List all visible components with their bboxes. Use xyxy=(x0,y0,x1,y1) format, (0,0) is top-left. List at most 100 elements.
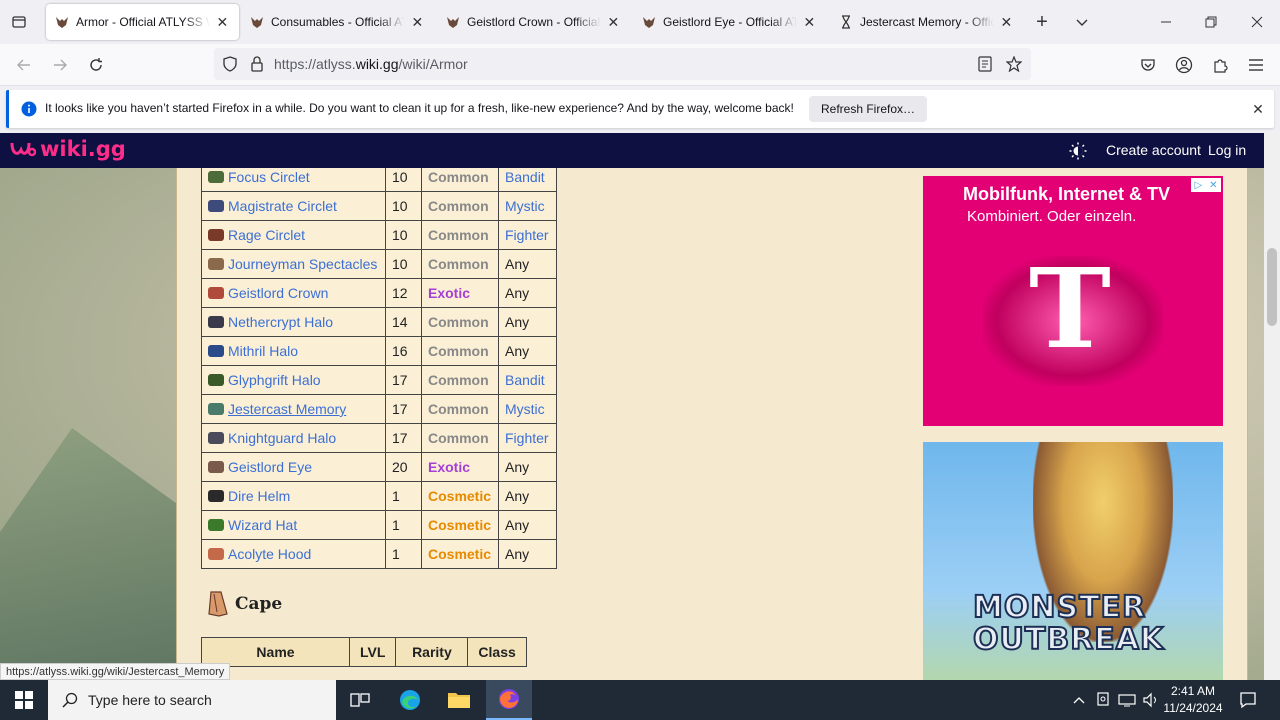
network-icon[interactable] xyxy=(1116,680,1138,720)
minimize-icon[interactable] xyxy=(1154,10,1178,34)
notification-close-icon[interactable]: ✕ xyxy=(1249,100,1267,118)
tab-close-icon[interactable]: ✕ xyxy=(605,13,622,31)
tracking-protection-shield-icon[interactable] xyxy=(221,55,239,73)
back-arrow-icon[interactable] xyxy=(12,53,36,77)
item-icon[interactable] xyxy=(208,490,224,502)
chevron-down-icon[interactable] xyxy=(1070,10,1094,34)
item-name-link[interactable]: Geistlord Crown xyxy=(228,285,328,301)
telekom-advertisement[interactable]: T Mobilfunk, Internet & TV Kombiniert. O… xyxy=(923,176,1223,426)
pocket-icon[interactable] xyxy=(1136,53,1160,77)
item-name-link[interactable]: Wizard Hat xyxy=(228,517,297,533)
item-name-link[interactable]: Rage Circlet xyxy=(228,227,305,243)
item-name-link[interactable]: Nethercrypt Halo xyxy=(228,314,333,330)
item-name-link[interactable]: Jestercast Memory xyxy=(228,401,346,417)
item-icon[interactable] xyxy=(208,200,224,212)
theme-toggle-icon[interactable] xyxy=(1068,141,1088,161)
wiki-gg-logo-text: wiki.gg xyxy=(40,137,126,161)
windows-start-icon[interactable] xyxy=(0,680,48,720)
edge-browser-icon[interactable] xyxy=(390,680,430,720)
tab-close-icon[interactable]: ✕ xyxy=(214,13,231,31)
cape-header-rarity[interactable]: Rarity xyxy=(395,637,469,667)
file-explorer-icon[interactable] xyxy=(438,680,480,720)
tab-geistlord-crown[interactable]: Geistlord Crown - Official ATLYSS Wiki ✕ xyxy=(437,4,630,40)
item-icon[interactable] xyxy=(208,345,224,357)
volume-icon[interactable] xyxy=(1140,680,1162,720)
item-icon[interactable] xyxy=(208,258,224,270)
task-view-icon[interactable] xyxy=(340,680,380,720)
item-icon[interactable] xyxy=(208,403,224,415)
cape-header-lvl[interactable]: LVL xyxy=(348,637,397,667)
notification-center-icon[interactable] xyxy=(1232,680,1264,720)
page-scrollbar[interactable] xyxy=(1264,133,1280,680)
class-link[interactable]: Bandit xyxy=(505,169,545,185)
tab-jestercast-memory[interactable]: Jestercast Memory - Official ATLYSS Wiki… xyxy=(830,4,1023,40)
cape-header-class[interactable]: Class xyxy=(467,637,527,667)
item-name-link[interactable]: Knightguard Halo xyxy=(228,430,336,446)
item-name-link[interactable]: Dire Helm xyxy=(228,488,290,504)
tab-close-icon[interactable]: ✕ xyxy=(409,13,426,31)
login-link[interactable]: Log in xyxy=(1208,142,1246,158)
create-account-link[interactable]: Create account xyxy=(1106,142,1201,158)
list-all-tabs-button[interactable] xyxy=(6,10,32,34)
atlyss-favicon-icon xyxy=(445,14,461,30)
new-tab-icon[interactable]: + xyxy=(1030,10,1054,34)
tab-consumables[interactable]: Consumables - Official ATLYSS Wiki ✕ xyxy=(241,4,434,40)
item-name-link[interactable]: Magistrate Circlet xyxy=(228,198,337,214)
item-icon[interactable] xyxy=(208,548,224,560)
clock-time: 2:41 AM xyxy=(1170,684,1216,698)
item-class-cell: Any xyxy=(498,249,557,279)
tab-title: Armor - Official ATLYSS Wiki xyxy=(76,15,210,29)
tab-close-icon[interactable]: ✕ xyxy=(998,13,1015,31)
reader-view-icon[interactable] xyxy=(976,55,994,73)
table-row: Rage Circlet 10 Common Fighter xyxy=(201,220,557,250)
item-icon[interactable] xyxy=(208,461,224,473)
item-name-link[interactable]: Glyphgrift Halo xyxy=(228,372,321,388)
item-name-link[interactable]: Focus Circlet xyxy=(228,169,310,185)
tab-geistlord-eye[interactable]: Geistlord Eye - Official ATLYSS Wiki ✕ xyxy=(633,4,826,40)
taskbar-clock[interactable]: 2:41 AM 11/24/2024 xyxy=(1160,683,1226,717)
extensions-puzzle-icon[interactable] xyxy=(1208,53,1232,77)
wiki-gg-logo[interactable]: wiki.gg xyxy=(10,137,126,161)
item-icon[interactable] xyxy=(208,432,224,444)
lock-icon[interactable] xyxy=(248,55,266,73)
forward-arrow-icon[interactable] xyxy=(48,53,72,77)
restore-icon[interactable] xyxy=(1199,10,1223,34)
account-icon[interactable] xyxy=(1172,53,1196,77)
item-name-link[interactable]: Geistlord Eye xyxy=(228,459,312,475)
item-icon[interactable] xyxy=(208,374,224,386)
item-icon[interactable] xyxy=(208,171,224,183)
show-hidden-icons-chevron-icon[interactable] xyxy=(1068,680,1090,720)
item-icon[interactable] xyxy=(208,229,224,241)
bookmark-star-icon[interactable] xyxy=(1005,55,1023,73)
item-icon[interactable] xyxy=(208,316,224,328)
class-link[interactable]: Mystic xyxy=(505,401,545,417)
item-class-cell: Any xyxy=(498,481,557,511)
class-link[interactable]: Fighter xyxy=(505,227,549,243)
hamburger-menu-icon[interactable] xyxy=(1244,53,1268,77)
scrollbar-thumb[interactable] xyxy=(1267,248,1277,326)
ad-choices-icon[interactable]: ▷ xyxy=(1194,180,1202,191)
ad-headline: Mobilfunk, Internet & TV xyxy=(963,184,1170,204)
ad-close-icon[interactable]: ✕ xyxy=(1209,180,1217,191)
item-name-link[interactable]: Journeyman Spectacles xyxy=(228,256,377,272)
tab-close-icon[interactable]: ✕ xyxy=(801,13,818,31)
item-rarity-cell: Common xyxy=(421,249,499,279)
class-link[interactable]: Fighter xyxy=(505,430,549,446)
device-icon[interactable] xyxy=(1092,680,1114,720)
item-icon[interactable] xyxy=(208,519,224,531)
firefox-taskbar-icon[interactable] xyxy=(486,680,532,720)
refresh-firefox-button[interactable]: Refresh Firefox… xyxy=(809,96,928,122)
taskbar-search-box[interactable]: Type here to search xyxy=(48,680,336,720)
ad-choices-close[interactable]: ▷ ✕ xyxy=(1191,178,1221,192)
class-link[interactable]: Bandit xyxy=(505,372,545,388)
item-icon[interactable] xyxy=(208,287,224,299)
item-class-cell: Any xyxy=(498,452,557,482)
window-close-icon[interactable] xyxy=(1245,10,1269,34)
item-name-link[interactable]: Mithril Halo xyxy=(228,343,298,359)
monster-outbreak-advertisement[interactable]: MONSTER OUTBREAK xyxy=(923,442,1223,680)
url-bar[interactable]: https://atlyss.wiki.gg/wiki/Armor xyxy=(214,48,1031,80)
item-name-link[interactable]: Acolyte Hood xyxy=(228,546,311,562)
tab-armor[interactable]: Armor - Official ATLYSS Wiki ✕ xyxy=(46,4,239,40)
reload-icon[interactable] xyxy=(84,53,108,77)
class-link[interactable]: Mystic xyxy=(505,198,545,214)
